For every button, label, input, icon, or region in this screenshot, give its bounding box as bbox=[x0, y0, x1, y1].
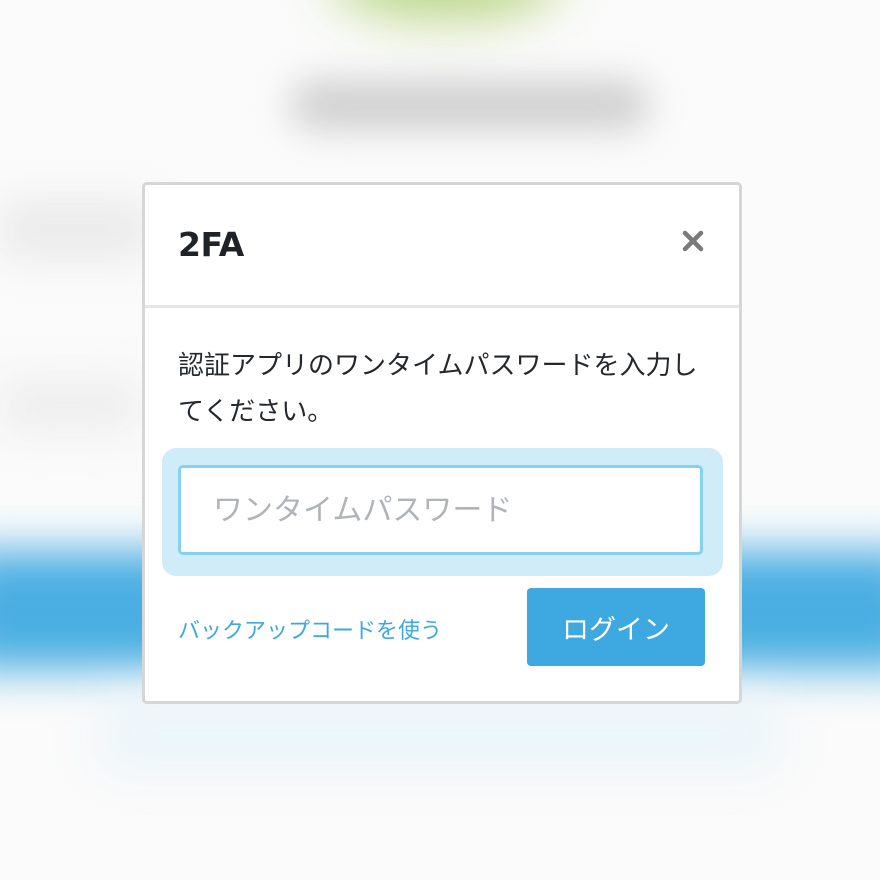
background-blur-shape bbox=[330, 0, 560, 20]
use-backup-code-link[interactable]: バックアップコードを使う bbox=[178, 613, 442, 645]
background-blur-shape bbox=[0, 380, 140, 430]
otp-input[interactable] bbox=[178, 465, 703, 555]
two-factor-dialog: 2FA 認証アプリのワンタイムパスワードを入力してください。 バックアップコード… bbox=[142, 182, 742, 704]
dialog-description: 認証アプリのワンタイムパスワードを入力してください。 bbox=[178, 351, 698, 427]
background-blur-shape bbox=[290, 80, 650, 130]
background-blur-shape bbox=[100, 700, 780, 770]
background-blur-shape bbox=[0, 200, 150, 260]
close-icon bbox=[682, 230, 704, 252]
dialog-header: 2FA bbox=[145, 185, 739, 308]
dialog-title: 2FA bbox=[178, 225, 244, 264]
close-button[interactable] bbox=[673, 221, 713, 261]
login-button[interactable]: ログイン bbox=[527, 588, 705, 666]
